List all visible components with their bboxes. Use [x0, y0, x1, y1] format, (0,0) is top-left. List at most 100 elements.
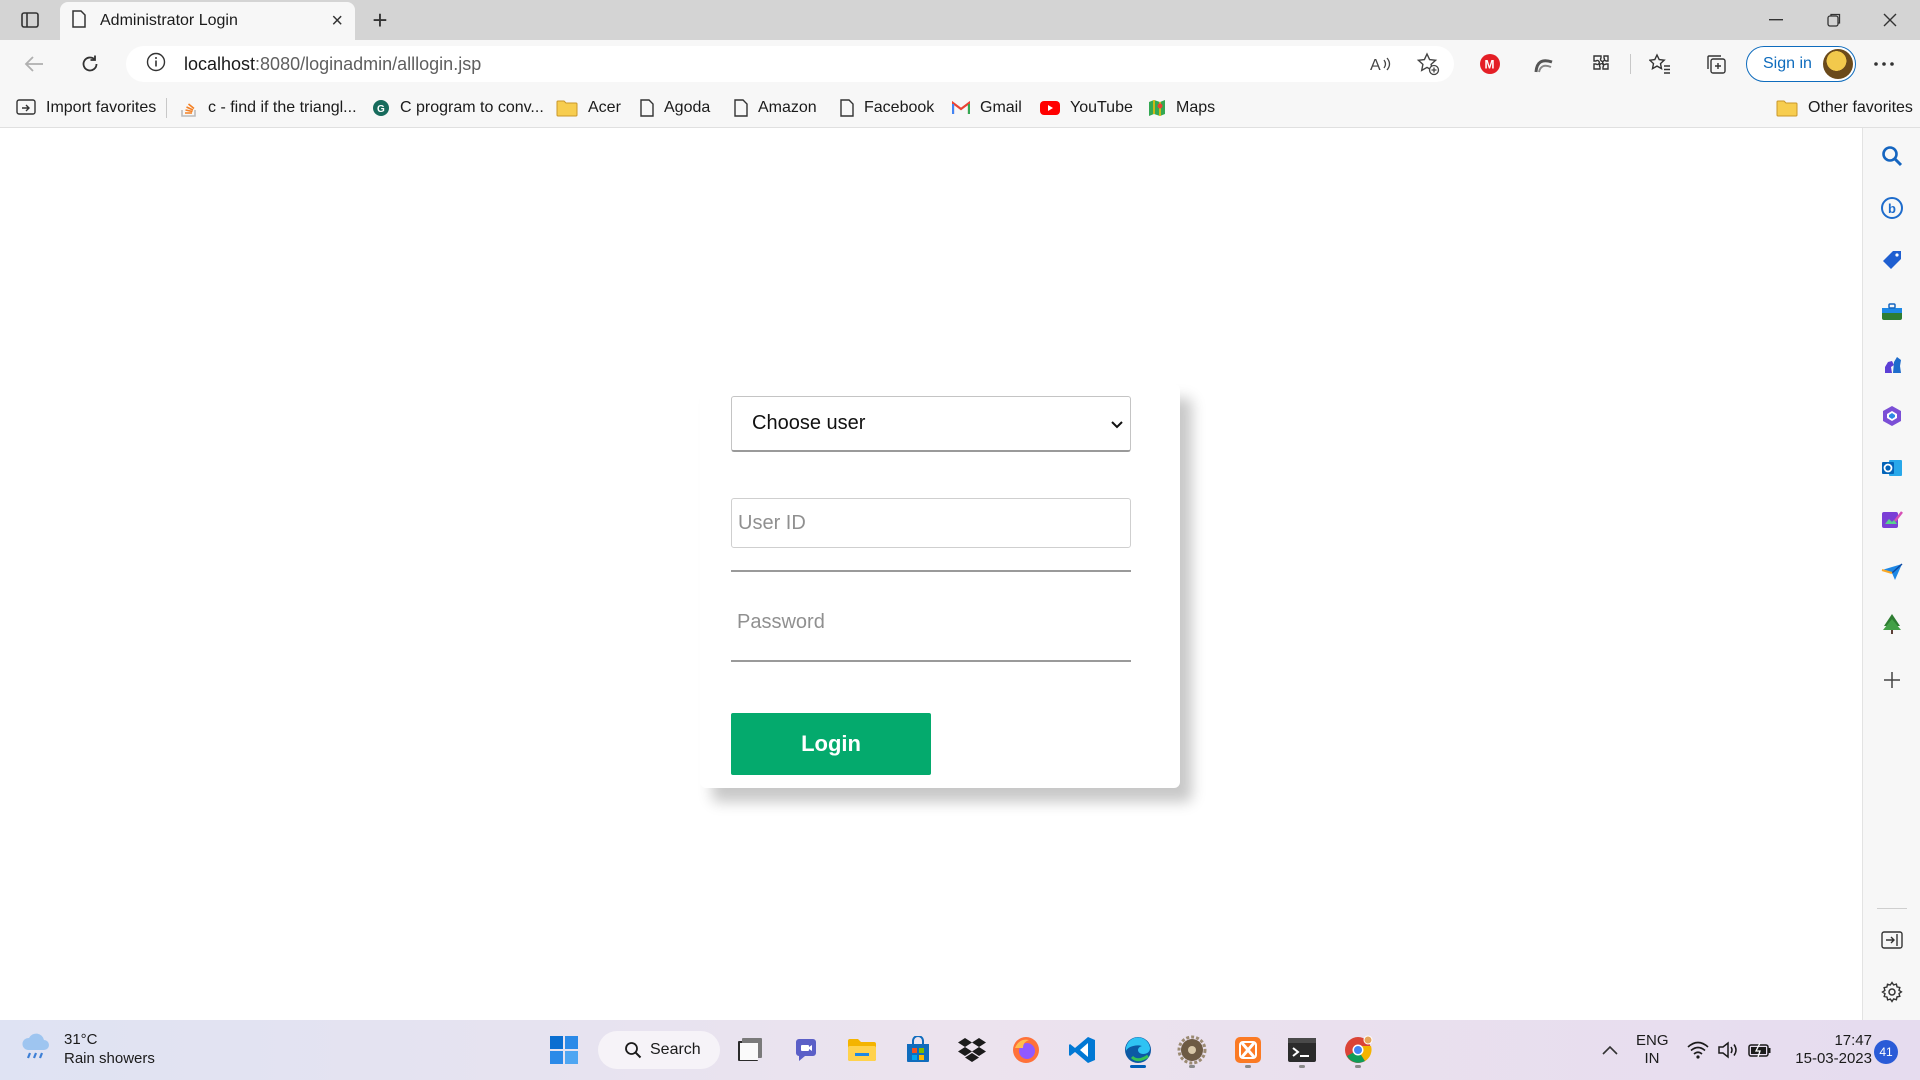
login-card: Choose user Login — [700, 384, 1180, 788]
fav-maps[interactable]: Maps — [1148, 94, 1215, 122]
weather-description: Rain showers — [64, 1050, 155, 1067]
bing-chat-icon[interactable]: b — [1878, 194, 1906, 222]
restore-icon[interactable] — [1806, 0, 1862, 40]
fav-acer[interactable]: Acer — [556, 94, 621, 122]
file-explorer-icon[interactable] — [842, 1030, 882, 1070]
fav-label: Import favorites — [46, 99, 157, 116]
tree-icon[interactable] — [1878, 610, 1906, 638]
page-icon — [72, 9, 86, 33]
hide-sidebar-icon[interactable] — [1878, 926, 1906, 954]
designer-icon[interactable] — [1878, 506, 1906, 534]
browser-tab[interactable]: Administrator Login × — [60, 2, 355, 40]
battery-icon[interactable] — [1740, 1030, 1780, 1070]
read-aloud-icon[interactable]: A — [1370, 54, 1392, 79]
url-path: :8080/loginadmin/alllogin.jsp — [255, 53, 482, 74]
fav-youtube[interactable]: YouTube — [1040, 94, 1133, 122]
microsoft-365-icon[interactable] — [1878, 402, 1906, 430]
refresh-icon[interactable] — [72, 48, 108, 80]
youtube-icon — [1040, 101, 1060, 115]
clock-time: 17:47 — [1834, 1032, 1872, 1049]
add-icon[interactable] — [1878, 666, 1906, 694]
fav-label: Gmail — [980, 99, 1022, 116]
running-indicator — [1355, 1065, 1361, 1068]
chevron-up-icon[interactable] — [1590, 1030, 1630, 1070]
tools-icon[interactable] — [1878, 298, 1906, 326]
task-view-icon[interactable] — [730, 1030, 770, 1070]
fav-gmail[interactable]: Gmail — [952, 94, 1022, 122]
url-text: localhost:8080/loginadmin/alllogin.jsp — [184, 54, 481, 75]
edge-browser-icon[interactable] — [1118, 1030, 1158, 1070]
send-icon[interactable] — [1878, 558, 1906, 586]
page-icon — [734, 99, 748, 117]
collections-icon[interactable] — [1698, 48, 1734, 80]
active-indicator — [1130, 1065, 1146, 1068]
extension-arc-icon[interactable] — [1526, 48, 1562, 80]
close-tab-icon[interactable]: × — [331, 11, 343, 31]
teams-chat-icon[interactable] — [786, 1030, 826, 1070]
fav-other-favorites[interactable]: Other favorites — [1776, 94, 1913, 122]
search-icon — [625, 1042, 642, 1059]
windows-start-icon[interactable] — [544, 1030, 584, 1070]
shopping-tag-icon[interactable] — [1878, 246, 1906, 274]
gmail-icon — [952, 101, 970, 115]
user-id-input[interactable] — [731, 498, 1131, 548]
games-icon[interactable] — [1878, 350, 1906, 378]
user-id-underline — [731, 570, 1131, 572]
weather-temperature: 31°C — [64, 1031, 98, 1048]
folder-icon — [556, 99, 578, 117]
app-gear-icon[interactable] — [1172, 1030, 1212, 1070]
fav-c-program[interactable]: G C program to conv... — [372, 94, 544, 122]
close-window-icon[interactable] — [1862, 0, 1918, 40]
tab-title: Administrator Login — [100, 12, 238, 29]
fav-label: Acer — [588, 99, 621, 116]
notification-badge[interactable]: 41 — [1874, 1040, 1898, 1064]
fav-stackoverflow[interactable]: c - find if the triangl... — [180, 94, 357, 122]
site-info-icon[interactable] — [146, 52, 166, 77]
import-icon — [16, 99, 36, 117]
language-indicator[interactable]: ENG IN — [1636, 1032, 1669, 1068]
extension-m-icon[interactable]: M — [1472, 48, 1508, 80]
microsoft-store-icon[interactable] — [898, 1030, 938, 1070]
svg-text:M: M — [1485, 58, 1495, 72]
minimize-icon[interactable] — [1748, 0, 1804, 40]
new-tab-button[interactable]: + — [364, 5, 396, 35]
more-options-icon[interactable] — [1866, 48, 1902, 80]
clock[interactable]: 17:47 15-03-2023 — [1782, 1032, 1872, 1068]
favorites-divider — [166, 98, 167, 118]
fav-import-favorites[interactable]: Import favorites — [16, 94, 156, 122]
navigation-bar: localhost:8080/loginadmin/alllogin.jsp A… — [0, 40, 1920, 88]
extensions-icon[interactable] — [1582, 48, 1618, 80]
taskbar-search[interactable]: Search — [598, 1031, 720, 1069]
sidebar-divider — [1877, 908, 1907, 909]
add-favorite-icon[interactable] — [1416, 52, 1440, 81]
svg-text:A: A — [1370, 57, 1381, 74]
select-value: Choose user — [752, 412, 866, 434]
xampp-icon[interactable] — [1228, 1030, 1268, 1070]
password-input[interactable] — [731, 596, 1131, 648]
fav-label: Amazon — [758, 99, 817, 116]
sign-in-button[interactable]: Sign in — [1746, 46, 1856, 82]
dropbox-icon[interactable] — [952, 1030, 992, 1070]
outlook-icon[interactable] — [1878, 454, 1906, 482]
login-button[interactable]: Login — [731, 713, 931, 775]
weather-widget[interactable]: 31°C Rain showers — [20, 1030, 155, 1068]
fav-facebook[interactable]: Facebook — [840, 94, 934, 122]
fav-amazon[interactable]: Amazon — [734, 94, 817, 122]
terminal-icon[interactable] — [1282, 1030, 1322, 1070]
maps-icon — [1148, 99, 1166, 117]
stackoverflow-icon — [180, 98, 198, 118]
fav-label: Other favorites — [1808, 99, 1913, 116]
fav-agoda[interactable]: Agoda — [640, 94, 710, 122]
chrome-icon[interactable] — [1338, 1030, 1378, 1070]
tab-actions-icon[interactable] — [12, 6, 48, 34]
edge-sidebar: b — [1862, 128, 1920, 1020]
favorites-icon[interactable] — [1642, 48, 1678, 80]
address-bar[interactable]: localhost:8080/loginadmin/alllogin.jsp A — [126, 46, 1454, 82]
choose-user-select[interactable]: Choose user — [731, 396, 1131, 452]
firefox-icon[interactable] — [1006, 1030, 1046, 1070]
back-icon[interactable] — [16, 48, 52, 80]
running-indicator — [1189, 1065, 1195, 1068]
settings-gear-icon[interactable] — [1878, 978, 1906, 1006]
search-icon[interactable] — [1878, 142, 1906, 170]
vscode-icon[interactable] — [1062, 1030, 1102, 1070]
